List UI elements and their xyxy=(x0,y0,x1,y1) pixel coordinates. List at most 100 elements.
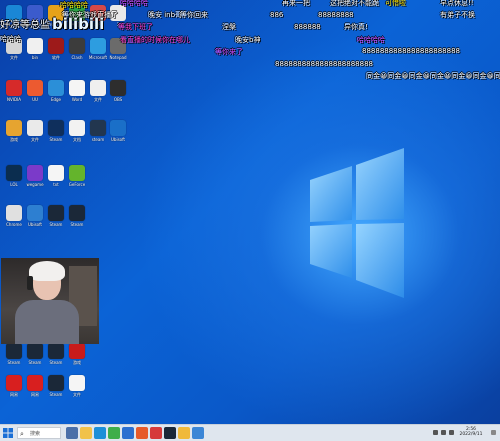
danmaku-comment: 哈哈哈哈 xyxy=(357,36,385,44)
desktop-icon[interactable]: 文件 xyxy=(24,120,46,142)
clock[interactable]: 2:56 2022/9/11 xyxy=(456,427,486,437)
steam-icon[interactable] xyxy=(164,427,176,439)
desktop-icon[interactable]: Clash xyxy=(66,38,88,60)
desktop-icon[interactable]: 文档 xyxy=(66,120,88,142)
desktop-icon-label: Ubisoft xyxy=(27,222,42,227)
desktop-icon[interactable]: Steam xyxy=(45,205,67,227)
desktop-icon[interactable]: Steam xyxy=(3,343,25,365)
file-icon xyxy=(69,80,85,96)
desktop-icon[interactable]: OBS xyxy=(107,80,129,102)
danmaku-comment: 看直播的时候你在哪儿 xyxy=(120,36,190,44)
desktop-icon[interactable]: 游戏 xyxy=(66,343,88,365)
ime-icon[interactable] xyxy=(449,430,454,435)
file-icon xyxy=(27,38,43,54)
desktop-icon[interactable]: Ubisoft xyxy=(107,120,129,142)
desktop-icon[interactable]: Word xyxy=(66,80,88,102)
edge-icon xyxy=(48,80,64,96)
danmaku-comment: bilibili xyxy=(52,15,105,33)
chrome-icon[interactable] xyxy=(108,427,120,439)
desktop-icon[interactable]: Steam xyxy=(45,120,67,142)
desktop-icon[interactable]: 文件 xyxy=(66,375,88,397)
streamer-hair xyxy=(29,261,65,281)
danmaku-comment: 等我下班了 xyxy=(118,23,153,31)
danmaku-comment: 同金😀同金😀同金😀同金😀同金😀同金😀同金 xyxy=(366,72,500,80)
edge-icon[interactable] xyxy=(94,427,106,439)
desktop-icon[interactable]: Microsoft xyxy=(87,38,109,60)
danmaku-comment: 哈哈哈哈 xyxy=(60,1,88,9)
desktop-icon-label: Notepad xyxy=(109,55,127,60)
desktop-icon[interactable]: NVIDIA xyxy=(3,80,25,102)
danmaku-comment: 早点休息!! xyxy=(440,0,474,7)
danmaku-comment: 8888888888888888888888 xyxy=(362,47,460,55)
danmaku-comment: 886 xyxy=(270,11,284,19)
ubisoft-icon xyxy=(27,205,43,221)
notification-icon[interactable] xyxy=(491,430,496,435)
network-icon[interactable] xyxy=(433,430,438,435)
desktop-icon-label: OBS xyxy=(113,97,123,102)
desktop-icon[interactable]: GeForce xyxy=(66,165,88,187)
danmaku-comment: 异你真! xyxy=(344,23,368,31)
desktop-icon-label: Steam xyxy=(49,137,63,142)
desktop-icon-label: 文件 xyxy=(31,137,39,142)
file-icon xyxy=(90,80,106,96)
desktop-icon-label: Edge xyxy=(50,97,62,102)
danmaku-comment: 有弟子不换 xyxy=(440,11,475,19)
desktop-icon-label: 文件 xyxy=(73,392,81,397)
desktop-icon[interactable]: 网易 xyxy=(24,375,46,397)
desktop-icon[interactable]: 游戏 xyxy=(3,120,25,142)
app-icon xyxy=(69,38,85,54)
task-view-icon[interactable] xyxy=(66,427,78,439)
app-icon xyxy=(27,375,43,391)
app-icon[interactable] xyxy=(178,427,190,439)
danmaku-comment: 再来一把 xyxy=(282,0,310,7)
desktop-icon[interactable]: Chrome xyxy=(3,205,25,227)
desktop-icon-label: Steam xyxy=(49,360,63,365)
desktop-icon-label: Clash xyxy=(71,55,83,60)
steam-icon xyxy=(48,120,64,136)
app-icon[interactable] xyxy=(150,427,162,439)
desktop-icon[interactable]: wegame xyxy=(24,165,46,187)
desktop-icon[interactable]: LOL xyxy=(3,165,25,187)
store-icon[interactable] xyxy=(122,427,134,439)
chrome-icon xyxy=(6,205,22,221)
desktop-icon-label: 网易 xyxy=(10,392,18,397)
desktop-icon[interactable]: steam xyxy=(87,120,109,142)
steam-icon xyxy=(48,375,64,391)
desktop-icon[interactable]: 文件 xyxy=(87,80,109,102)
desktop-icon[interactable]: Edge xyxy=(45,80,67,102)
app-icon[interactable] xyxy=(136,427,148,439)
game-icon xyxy=(27,165,43,181)
danmaku-comment: 晚安b神 xyxy=(235,36,261,44)
desktop-icon-label: 文件 xyxy=(94,97,102,102)
taskbar: ⌕ 搜索 2:56 2022/9/11 xyxy=(0,424,500,441)
desktop-icon[interactable]: Steam xyxy=(45,375,67,397)
desktop-icon[interactable]: txt xyxy=(45,165,67,187)
file-icon xyxy=(69,120,85,136)
steam-icon xyxy=(48,343,64,359)
desktop-icon-label: Steam xyxy=(49,222,63,227)
steam-icon xyxy=(6,343,22,359)
desktop-icon[interactable]: Ubisoft xyxy=(24,205,46,227)
nvidia-icon xyxy=(69,165,85,181)
desktop-icon[interactable]: 网易 xyxy=(3,375,25,397)
file-icon xyxy=(69,375,85,391)
clock-date: 2022/9/11 xyxy=(459,432,483,437)
taskbar-search-box[interactable]: ⌕ 搜索 xyxy=(17,427,61,439)
app-icon xyxy=(6,375,22,391)
desktop-icon[interactable]: UU xyxy=(24,80,46,102)
streamer-webcam xyxy=(1,258,99,344)
desktop-icon[interactable]: Steam xyxy=(66,205,88,227)
desktop-icon[interactable]: Steam xyxy=(45,343,67,365)
desktop-icon-label: 文件 xyxy=(10,55,18,60)
file-icon xyxy=(27,120,43,136)
desktop-icon[interactable]: bin xyxy=(24,38,46,60)
headset xyxy=(27,276,33,290)
volume-icon[interactable] xyxy=(441,430,446,435)
start-button[interactable] xyxy=(3,428,13,438)
desktop-icon[interactable]: Steam xyxy=(24,343,46,365)
app-icon[interactable] xyxy=(192,427,204,439)
danmaku-comment: 等你来了 xyxy=(215,48,243,56)
file-explorer-icon[interactable] xyxy=(80,427,92,439)
desktop-icon[interactable]: 软件 xyxy=(45,38,67,60)
streamer-body xyxy=(15,300,79,344)
